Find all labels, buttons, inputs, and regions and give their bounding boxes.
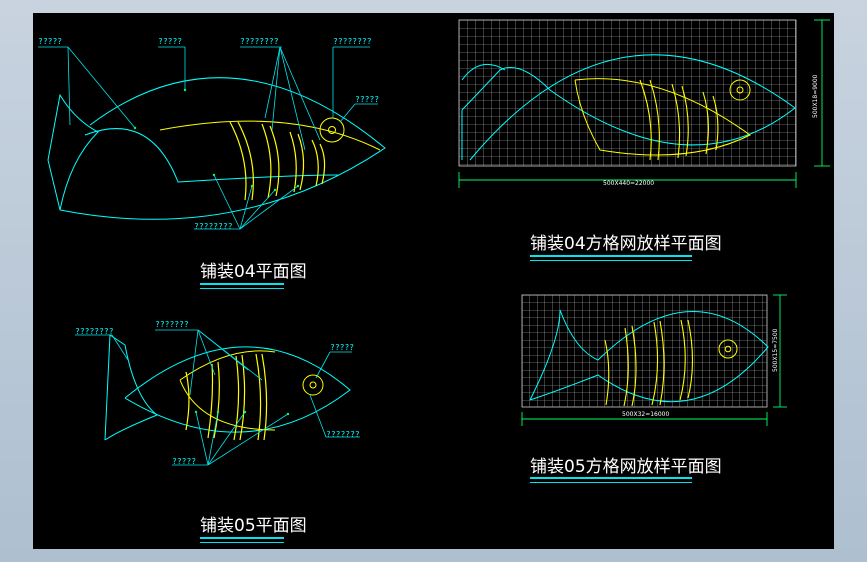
dimension-grid04-width: 500X440=22000	[603, 180, 655, 187]
fish-04-inner-curve	[84, 128, 339, 183]
title-plan-05-underline	[200, 537, 284, 539]
title-grid-04: 铺装04方格网放样平面图	[530, 234, 722, 254]
title-grid-04-underline	[530, 255, 692, 257]
grid-plan-04	[458, 19, 830, 188]
fish-04-stripe	[289, 131, 297, 193]
fish-04-body-outline	[59, 77, 386, 220]
fish-04-stripe	[261, 123, 272, 199]
callout-04-b: ?????	[158, 37, 183, 46]
fish-05-stripe	[261, 353, 268, 441]
dimension-grid04-height: 500X18=9000	[812, 74, 819, 119]
title-plan-05-underline-thin	[200, 542, 284, 543]
fish-05-pupil	[309, 381, 317, 389]
fish-05-stripe	[255, 353, 262, 441]
callout-05-e: ?????	[172, 457, 197, 466]
title-grid-05: 铺装05方格网放样平面图	[530, 457, 722, 477]
fish-plan-05	[75, 329, 360, 466]
fish-04-pupil	[328, 126, 336, 134]
dimension-grid05-width: 500X32=16000	[622, 411, 670, 418]
callout-05-c: ?????	[330, 343, 355, 352]
title-plan-04-underline	[200, 283, 284, 285]
title-grid-05-underline	[530, 477, 692, 479]
fish-05-tail	[104, 334, 158, 441]
fish-04-stripe	[269, 125, 280, 197]
title-plan-04-underline-thin	[200, 288, 284, 289]
drawing-layer	[38, 19, 830, 466]
fish-04-tail	[47, 93, 99, 211]
fish-04-stripe	[311, 139, 319, 187]
title-grid-05-underline-thin	[530, 482, 692, 483]
callout-04-c: ????????	[240, 37, 279, 46]
fish-04-inner-top	[159, 120, 381, 151]
grid-04-mesh	[458, 19, 797, 167]
callout-04-d: ????????	[333, 37, 372, 46]
fish-05-stripe	[207, 363, 214, 439]
title-plan-05: 铺装05平面图	[200, 516, 307, 536]
callout-04-e: ?????	[355, 95, 380, 104]
fish-05-inner-top	[179, 350, 276, 381]
callout-04-a: ?????	[38, 37, 63, 46]
callout-05-d: ???????	[326, 430, 360, 439]
fish-plan-04	[38, 46, 386, 230]
fish-04-stripe	[297, 133, 305, 191]
title-grid-04-underline-thin	[530, 260, 692, 261]
dimension-grid05-height: 500X15=7500	[772, 328, 779, 373]
title-plan-04: 铺装04平面图	[200, 262, 307, 282]
fish-05-eye	[302, 374, 324, 396]
callout-04-f: ????????	[194, 222, 233, 231]
callout-05-a: ????????	[75, 327, 114, 336]
fish-05-stripe	[185, 371, 190, 431]
fish-04-stripe	[319, 143, 326, 185]
grid-plan-05	[521, 294, 787, 426]
callout-05-b: ???????	[155, 320, 189, 329]
